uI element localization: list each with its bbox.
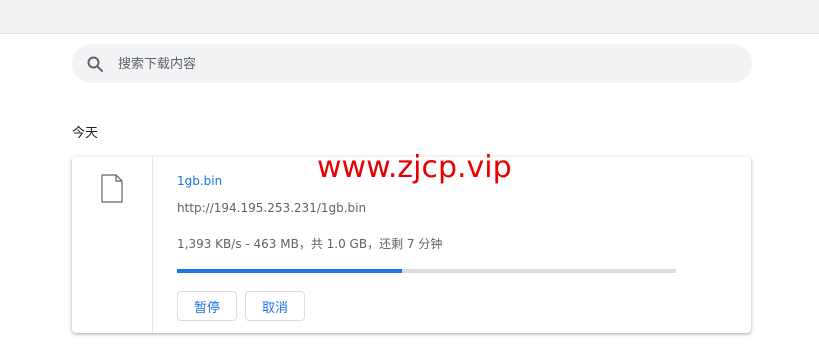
date-heading: 今天 [72,126,99,141]
file-icon [101,174,123,203]
source-url-link[interactable]: http://194.195.253.231/1gb.bin [177,201,366,215]
search-input[interactable] [118,53,718,75]
downloads-page: 今天 1gb.bin http://194.195.253.231/1gb.bi… [0,0,819,351]
search-bar[interactable] [72,44,752,83]
download-status: 1,393 KB/s - 463 MB，共 1.0 GB，还剩 7 分钟 [177,237,443,251]
progress-bar [177,269,676,273]
file-icon-column [72,157,153,333]
search-icon [86,55,104,73]
file-name-link[interactable]: 1gb.bin [177,174,222,188]
toolbar-strip [0,0,819,34]
watermark-text: www.zjcp.vip [317,150,512,185]
cancel-button[interactable]: 取消 [245,291,305,321]
progress-bar-fill [177,269,402,273]
pause-button[interactable]: 暂停 [177,291,237,321]
